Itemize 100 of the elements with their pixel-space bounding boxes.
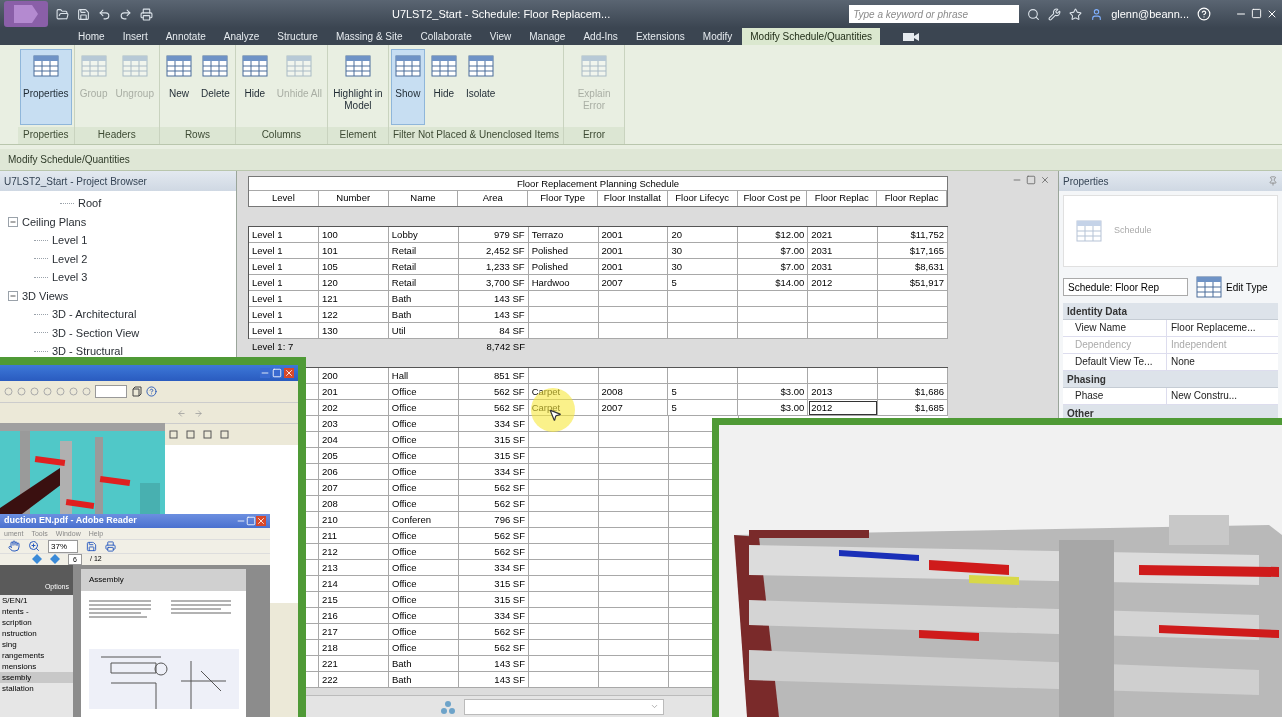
tree-item[interactable]: Ceiling Plans — [22, 213, 87, 230]
table-cell[interactable]: Office — [389, 416, 459, 432]
ribbon-tab[interactable]: Insert — [114, 28, 156, 45]
table-cell[interactable]: 130 — [318, 323, 389, 339]
tree-item[interactable]: 3D Views — [22, 287, 69, 304]
table-cell[interactable]: Office — [389, 592, 459, 608]
table-cell[interactable]: $7.00 — [738, 259, 809, 275]
table-cell[interactable]: Level 1 — [249, 275, 319, 291]
table-cell[interactable]: 334 SF — [459, 416, 529, 432]
tree-item[interactable]: Level 3 — [52, 269, 88, 286]
ribbon-tab[interactable]: Structure — [269, 28, 326, 45]
table-cell[interactable]: 221 — [319, 656, 389, 672]
table-cell[interactable]: 143 SF — [459, 656, 529, 672]
table-cell[interactable]: $3.00 — [738, 384, 809, 400]
property-value[interactable]: New Constru... — [1167, 388, 1278, 404]
table-cell[interactable]: 84 SF — [458, 323, 529, 339]
table-cell[interactable]: 143 SF — [458, 291, 529, 307]
ribbon-button[interactable]: Delete — [197, 49, 233, 125]
ribbon-tab[interactable]: Extensions — [627, 28, 693, 45]
tree-item[interactable]: 3D - Structural — [52, 343, 123, 360]
tree-item[interactable]: Level 2 — [52, 250, 88, 267]
table-cell[interactable]: 215 — [319, 592, 389, 608]
table-cell[interactable]: 562 SF — [459, 624, 529, 640]
table-cell[interactable]: 2001 — [598, 243, 669, 259]
table-cell[interactable]: 3,700 SF — [458, 275, 529, 291]
table-cell[interactable]: Office — [389, 560, 459, 576]
column-header[interactable]: Floor Replac — [807, 191, 878, 206]
table-cell[interactable]: 105 — [318, 259, 389, 275]
ribbon-tab[interactable]: Manage — [521, 28, 574, 45]
table-cell[interactable]: 2,452 SF — [458, 243, 529, 259]
table-cell[interactable]: 2008 — [598, 384, 669, 400]
table-cell[interactable]: Terrazo — [528, 227, 599, 243]
table-cell[interactable]: 210 — [319, 512, 389, 528]
table-cell[interactable]: Hardwoo — [528, 275, 599, 291]
ribbon-tab[interactable]: Massing & Site — [327, 28, 411, 45]
table-cell[interactable]: Level 1 — [249, 291, 319, 307]
property-group-header[interactable]: Identity Data — [1063, 303, 1278, 320]
table-cell[interactable]: 100 — [318, 227, 389, 243]
table-cell[interactable]: 315 SF — [459, 576, 529, 592]
column-header[interactable]: Name — [388, 191, 459, 206]
table-cell[interactable]: $14.00 — [738, 275, 809, 291]
table-cell[interactable]: Office — [389, 528, 459, 544]
column-header[interactable]: Floor Replac — [877, 191, 947, 206]
search-field[interactable]: Type a keyword or phrase — [849, 5, 1020, 23]
table-cell[interactable]: $17,165 — [878, 243, 949, 259]
table-cell[interactable]: 212 — [319, 544, 389, 560]
table-cell[interactable]: 30 — [668, 243, 739, 259]
table-cell[interactable]: 315 SF — [459, 448, 529, 464]
column-header[interactable]: Floor Lifecyc — [667, 191, 738, 206]
table-cell[interactable]: 315 SF — [459, 432, 529, 448]
table-cell[interactable]: 334 SF — [459, 560, 529, 576]
user-name[interactable]: glenn@beann... — [1111, 5, 1189, 23]
table-cell[interactable]: 562 SF — [459, 496, 529, 512]
table-cell[interactable]: 562 SF — [458, 400, 529, 416]
property-value[interactable]: Floor Replaceme... — [1167, 320, 1278, 336]
table-cell[interactable]: Bath — [389, 656, 459, 672]
table-cell[interactable]: 222 — [319, 672, 389, 688]
ribbon-button[interactable]: Show — [390, 49, 425, 125]
table-cell[interactable]: 30 — [668, 259, 739, 275]
bookmark-item[interactable]: stallation — [0, 682, 73, 694]
table-cell[interactable]: 214 — [319, 576, 389, 592]
table-cell[interactable]: Office — [389, 464, 459, 480]
table-cell[interactable]: 20 — [668, 227, 739, 243]
table-cell[interactable]: $8,631 — [878, 259, 949, 275]
table-cell[interactable]: $1,685 — [878, 400, 949, 416]
table-cell[interactable]: 5 — [668, 384, 739, 400]
table-cell[interactable]: $12.00 — [738, 227, 809, 243]
tree-item[interactable]: Roof — [78, 195, 102, 212]
table-cell[interactable]: 101 — [318, 243, 389, 259]
ribbon-tab[interactable]: Home — [70, 28, 113, 45]
table-cell[interactable]: 200 — [318, 368, 389, 384]
table-cell[interactable]: 979 SF — [458, 227, 529, 243]
tree-item[interactable]: 3D - Architectural — [52, 306, 137, 323]
ribbon-button[interactable]: Properties — [20, 49, 72, 125]
table-cell[interactable]: 201 — [318, 384, 389, 400]
table-cell[interactable]: Util — [388, 323, 459, 339]
table-cell[interactable]: 213 — [319, 560, 389, 576]
table-cell[interactable]: Polished — [528, 243, 599, 259]
ribbon-tab[interactable]: Modify Schedule/Quantities — [742, 28, 880, 45]
table-cell[interactable]: Office — [389, 624, 459, 640]
table-cell[interactable]: 334 SF — [459, 608, 529, 624]
table-cell[interactable]: 211 — [319, 528, 389, 544]
table-cell[interactable]: Office — [389, 576, 459, 592]
table-cell[interactable]: $1,686 — [878, 384, 949, 400]
table-cell[interactable]: Lobby — [388, 227, 459, 243]
table-cell[interactable]: 562 SF — [459, 528, 529, 544]
column-header[interactable]: Number — [318, 191, 389, 206]
table-cell[interactable]: 796 SF — [459, 512, 529, 528]
table-cell[interactable]: 5 — [668, 275, 739, 291]
table-cell[interactable]: $3.00 — [738, 400, 809, 416]
table-cell[interactable]: 203 — [319, 416, 389, 432]
table-cell[interactable]: Office — [389, 640, 459, 656]
table-cell[interactable]: Bath — [388, 291, 459, 307]
table-cell[interactable]: Office — [389, 544, 459, 560]
table-cell[interactable]: Retail — [388, 275, 459, 291]
table-cell[interactable]: 121 — [318, 291, 389, 307]
table-cell[interactable]: 5 — [668, 400, 739, 416]
zoom-field[interactable]: 37% — [48, 539, 78, 553]
table-cell[interactable]: 562 SF — [459, 480, 529, 496]
ribbon-tab[interactable]: Add-Ins — [575, 28, 626, 45]
